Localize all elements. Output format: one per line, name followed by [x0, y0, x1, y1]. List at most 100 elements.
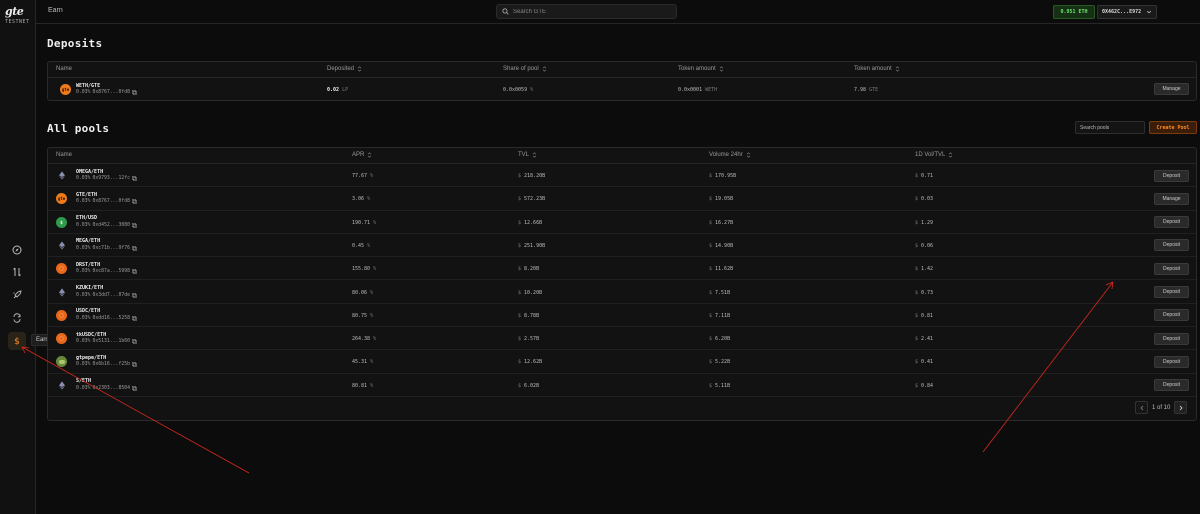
- volume-value: $ 5.22B: [709, 359, 731, 366]
- table-row: gtpepe/ETH 0.03% 0x6b16...f25b 45.31 % $ 12.…: [48, 350, 1196, 374]
- create-pool-button[interactable]: Create Pool: [1149, 121, 1197, 134]
- table-row: $ ETH/USD 0.03% 0xd452...3080 190.71 % $ 12.6…: [48, 211, 1196, 234]
- gte-logo[interactable]: gte: [5, 5, 24, 18]
- vol-tvl-value: $ 0.06: [915, 242, 934, 249]
- copy-icon[interactable]: [132, 269, 137, 274]
- copy-icon[interactable]: [132, 222, 137, 228]
- vol-tvl-value: $ 0.73: [915, 289, 934, 296]
- deposit-button[interactable]: Deposit: [1154, 216, 1189, 229]
- tvl-value: $ 8.20B: [518, 266, 540, 273]
- page-indicator: 1 of 10: [1152, 404, 1171, 411]
- col-vol-tvl[interactable]: 1D Vol/TVL: [915, 152, 953, 158]
- col-deposited[interactable]: Deposited: [327, 66, 362, 72]
- pools-header: Name APR TVL Volume 24hr 1D Vol/TVL: [48, 148, 1196, 164]
- table-row: KZUKI/ETH 0.03% 0x3dd7...07de 80.06 % $ 10.2…: [48, 281, 1196, 304]
- deposit-button[interactable]: Deposit: [1154, 239, 1189, 252]
- deposit-button[interactable]: Deposit: [1154, 262, 1189, 275]
- prev-page-button[interactable]: [1135, 401, 1148, 414]
- pair-name: GTE/ETH: [76, 191, 98, 198]
- manage-button[interactable]: Manage: [1154, 83, 1189, 95]
- sort-icon: [542, 66, 546, 72]
- apr-value: 80.75 %: [352, 312, 374, 319]
- pair-meta: 0.03% 0xdd16...5258: [76, 316, 137, 321]
- search-input[interactable]: [513, 8, 663, 15]
- manage-button[interactable]: Manage: [1154, 192, 1189, 205]
- pepe-token-icon: [56, 356, 67, 368]
- table-row: tkUSDC/ETH 0.03% 0x5131...1b60 264.38 % $ 2.…: [48, 327, 1196, 351]
- coin-token-icon: [56, 263, 67, 275]
- sidebar-trade-icon[interactable]: [8, 263, 26, 281]
- deposit-button[interactable]: Deposit: [1154, 379, 1189, 392]
- deposit-button[interactable]: Deposit: [1154, 332, 1189, 345]
- col-name: Name: [56, 152, 73, 158]
- deposits-header: Name Deposited Share of pool Token amoun…: [48, 62, 1196, 78]
- global-search[interactable]: [496, 4, 677, 19]
- pair-name: USDC/ETH: [76, 308, 101, 315]
- table-row: DRST/ETH 0.03% 0xc87a...5998 155.80 % $ 8.20…: [48, 257, 1196, 281]
- sort-icon: [532, 152, 537, 158]
- table-row: OMEGA/ETH 0.03% 0x9793...12fc 77.67 % $ 218.…: [48, 164, 1196, 188]
- pair-name: WETH/GTE: [76, 83, 101, 89]
- eth-token-icon: [56, 240, 67, 251]
- topbar: Earn: [36, 0, 1200, 24]
- tvl-value: $ 12.66B: [518, 219, 543, 226]
- tvl-value: $ 12.62B: [518, 359, 543, 366]
- col-tvl[interactable]: TVL: [518, 152, 537, 158]
- sort-icon: [949, 152, 953, 158]
- col-share[interactable]: Share of pool: [503, 66, 547, 72]
- deposit-button[interactable]: Deposit: [1154, 286, 1189, 298]
- breadcrumb: Earn: [48, 7, 63, 14]
- copy-icon[interactable]: [132, 199, 137, 205]
- copy-icon[interactable]: [132, 292, 137, 298]
- tvl-value: $ 251.90B: [518, 242, 546, 249]
- tvl-value: $ 572.23B: [518, 196, 546, 203]
- pair-meta: 0.03% 0x6b16...f25b: [76, 362, 137, 367]
- sort-icon: [368, 152, 372, 158]
- copy-icon[interactable]: [132, 362, 137, 368]
- pair-name: MEGA/ETH: [76, 238, 101, 245]
- next-page-button[interactable]: [1174, 401, 1188, 414]
- pair-meta: 0.03% 0x5131...1b60: [76, 339, 137, 344]
- copy-icon[interactable]: [132, 315, 137, 321]
- tvl-value: $ 8.78B: [518, 312, 540, 319]
- deposit-button[interactable]: Deposit: [1154, 169, 1189, 182]
- deposit-button[interactable]: Deposit: [1154, 355, 1189, 368]
- eth-balance-badge[interactable]: 0.951 ETH: [1053, 5, 1095, 19]
- gte-token-icon: gte: [60, 84, 71, 95]
- apr-value: 45.31 %: [352, 359, 374, 366]
- apr-value: 80.06 %: [352, 289, 374, 296]
- col-apr[interactable]: APR: [352, 152, 372, 158]
- copy-icon[interactable]: [132, 176, 137, 181]
- network-label: TESTNET: [5, 19, 30, 25]
- deposit-button[interactable]: Deposit: [1154, 309, 1189, 322]
- pair-meta: 0.03% 0xd452...3080: [76, 223, 137, 228]
- apr-value: 264.38 %: [352, 336, 377, 343]
- vol-tvl-value: $ 0.84: [915, 382, 934, 389]
- sidebar-earn-icon[interactable]: $: [8, 332, 26, 350]
- pair-name: KZUKI/ETH: [76, 285, 104, 291]
- apr-value: 80.81 %: [352, 382, 374, 389]
- sidebar-swap-icon[interactable]: [8, 309, 26, 327]
- sidebar-compass-icon[interactable]: [8, 241, 26, 259]
- copy-icon[interactable]: [132, 90, 137, 95]
- volume-value: $ 11.62B: [709, 266, 734, 273]
- pair-meta: 0.03% 0x8767...0fd8: [76, 199, 137, 204]
- copy-icon[interactable]: [132, 339, 137, 344]
- copy-icon[interactable]: [132, 385, 137, 391]
- token1-value: 0.0x0001 WETH: [678, 87, 718, 93]
- pair-meta: 0.03% 0xc87a...5998: [76, 269, 137, 274]
- col-volume[interactable]: Volume 24hr: [709, 152, 751, 158]
- col-name: Name: [56, 66, 73, 72]
- col-token-amount-1[interactable]: Token amount: [678, 66, 724, 72]
- copy-icon[interactable]: [132, 245, 137, 251]
- pair-name: gtpepe/ETH: [76, 354, 107, 361]
- wallet-button[interactable]: 0X462C...E972: [1097, 5, 1157, 19]
- sidebar-rocket-icon[interactable]: [8, 286, 26, 304]
- volume-value: $ 16.27B: [709, 219, 734, 226]
- coin-token-icon: [56, 309, 67, 321]
- tvl-value: $ 2.57B: [518, 336, 540, 343]
- pair-name: tkUSDC/ETH: [76, 331, 107, 338]
- pool-search-input[interactable]: [1075, 121, 1145, 134]
- pair-name: S/ETH: [76, 378, 92, 385]
- col-token-amount-2[interactable]: Token amount: [854, 66, 900, 72]
